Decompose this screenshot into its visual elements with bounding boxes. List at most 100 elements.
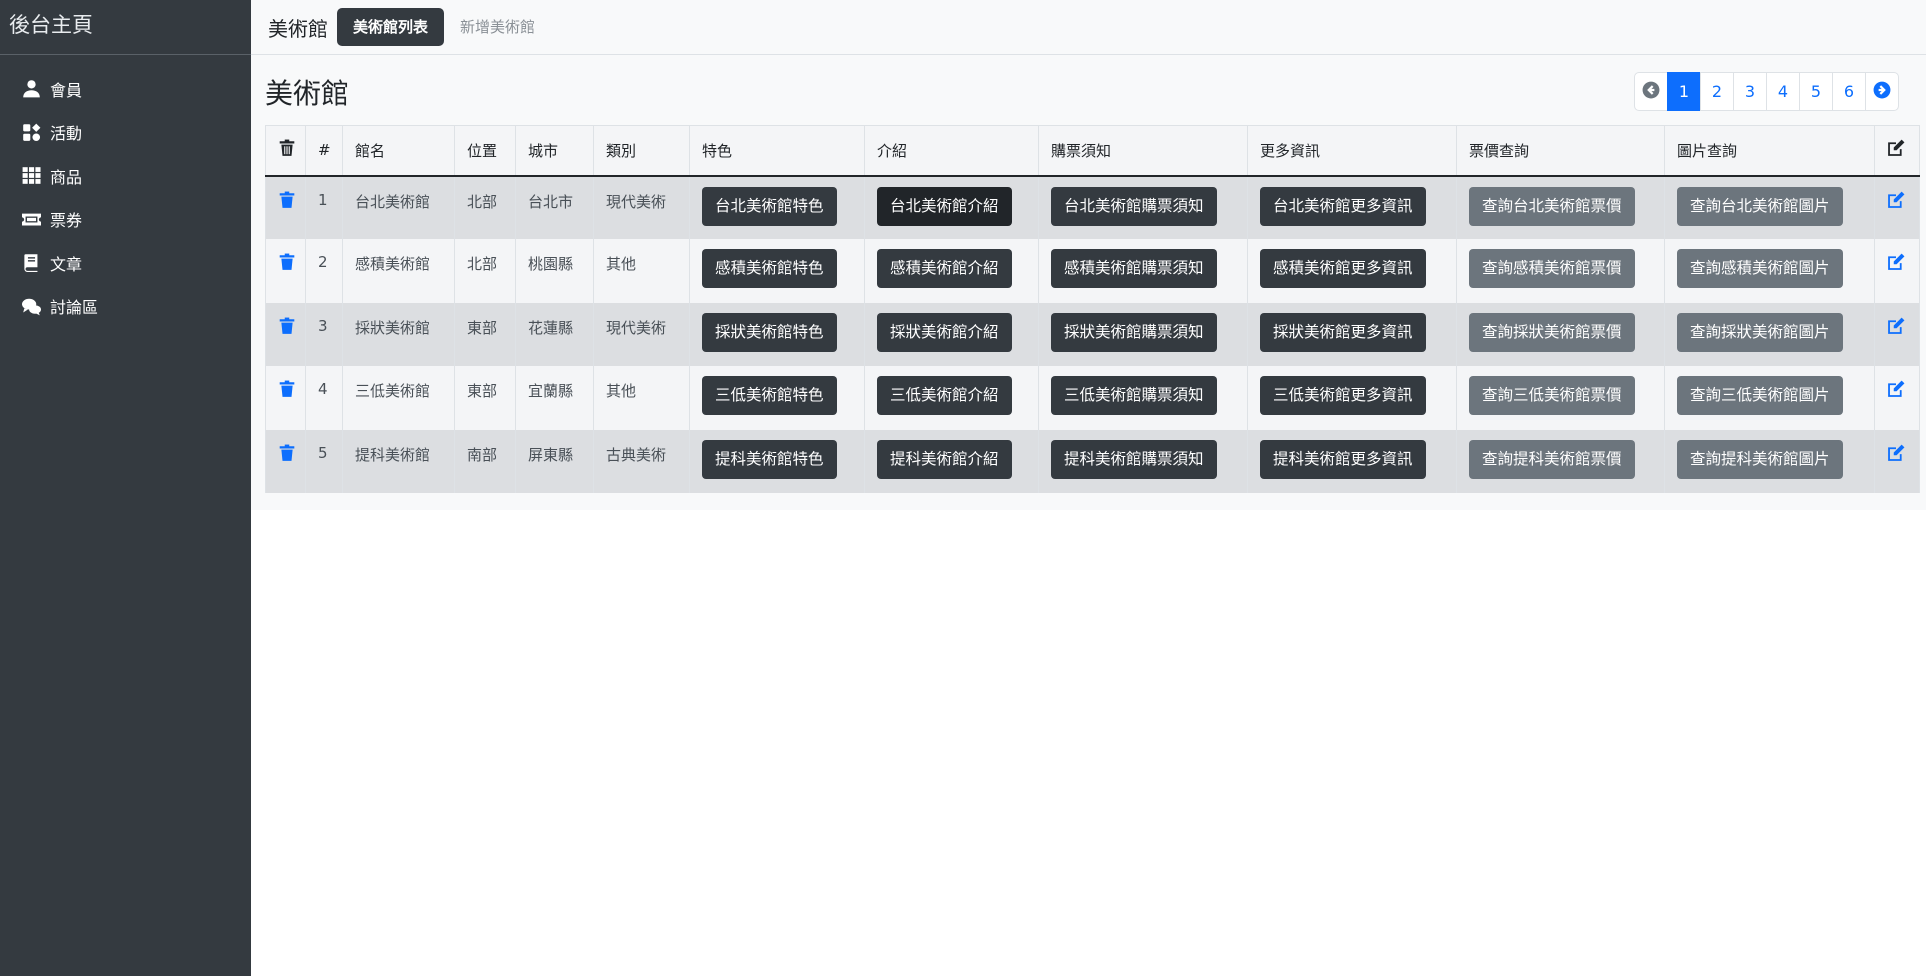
intro-button[interactable]: 三低美術館介紹	[877, 376, 1012, 415]
trash-icon	[278, 139, 296, 161]
cell-number: 5	[305, 429, 343, 493]
top-navbar: 美術館 美術館列表 新增美術館	[251, 0, 1926, 55]
header-feature: 特色	[689, 125, 865, 177]
feature-button[interactable]: 感積美術館特色	[702, 249, 837, 288]
header-more-info: 更多資訊	[1247, 125, 1457, 177]
cell-feature: 台北美術館特色	[689, 175, 865, 239]
cell-city: 花蓮縣	[515, 302, 594, 366]
cell-number: 3	[305, 302, 343, 366]
edit-cell	[1874, 302, 1920, 366]
pagination-page[interactable]: 3	[1733, 72, 1767, 111]
sidebar-item-activities[interactable]: 活動	[0, 111, 251, 155]
pagination-page[interactable]: 5	[1799, 72, 1833, 111]
edit-icon[interactable]	[1887, 253, 1905, 275]
main-panel: 美術館 1 2 3 4 5 6 # 館名 位置 城市 類別 特色 介紹 購票須知…	[251, 55, 1926, 510]
sidebar-item-articles[interactable]: 文章	[0, 241, 251, 285]
more-info-button[interactable]: 三低美術館更多資訊	[1260, 376, 1426, 415]
price-query-button[interactable]: 查詢採狀美術館票價	[1469, 312, 1635, 352]
sidebar-item-products[interactable]: 商品	[0, 154, 251, 198]
table-row: 4 三低美術館 東部 宜蘭縣 其他 三低美術館特色 三低美術館介紹 三低美術館購票須知 三低美術…	[265, 366, 1920, 430]
more-info-button[interactable]: 感積美術館更多資訊	[1260, 249, 1426, 288]
price-query-button[interactable]: 查詢三低美術館票價	[1469, 376, 1635, 415]
delete-cell	[265, 429, 306, 493]
pagination-prev[interactable]	[1634, 72, 1668, 111]
table-row: 1 台北美術館 北部 台北市 現代美術 台北美術館特色 台北美術館介紹 台北美術館購票須知 台北…	[265, 175, 1920, 239]
cell-price-query: 查詢採狀美術館票價	[1456, 302, 1665, 366]
cell-name: 台北美術館	[342, 175, 455, 239]
more-info-button[interactable]: 台北美術館更多資訊	[1260, 186, 1426, 226]
feature-button[interactable]: 三低美術館特色	[702, 376, 837, 415]
sidebar-item-tickets[interactable]: 票券	[0, 198, 251, 242]
cell-image-query: 查詢三低美術館圖片	[1664, 366, 1875, 430]
edit-icon[interactable]	[1887, 380, 1905, 402]
pagination-page[interactable]: 2	[1700, 72, 1734, 111]
trash-icon[interactable]	[278, 317, 296, 339]
ticket-notice-button[interactable]: 三低美術館購票須知	[1051, 376, 1217, 415]
cell-price-query: 查詢提科美術館票價	[1456, 429, 1665, 493]
intro-button[interactable]: 採狀美術館介紹	[877, 312, 1012, 352]
edit-icon[interactable]	[1887, 444, 1905, 466]
edit-icon[interactable]	[1887, 191, 1905, 213]
feature-button[interactable]: 採狀美術館特色	[702, 312, 837, 352]
edit-cell	[1874, 175, 1920, 239]
comments-icon	[20, 296, 42, 316]
image-query-button[interactable]: 查詢台北美術館圖片	[1677, 186, 1843, 226]
cell-intro: 感積美術館介紹	[864, 239, 1039, 303]
page-title: 美術館	[265, 77, 350, 110]
tab-museum-list[interactable]: 美術館列表	[337, 8, 445, 46]
header-delete	[265, 125, 306, 177]
ticket-notice-button[interactable]: 採狀美術館購票須知	[1051, 312, 1217, 352]
image-query-button[interactable]: 查詢三低美術館圖片	[1677, 376, 1843, 415]
image-query-button[interactable]: 查詢提科美術館圖片	[1677, 439, 1843, 479]
trash-icon[interactable]	[278, 253, 296, 275]
feature-button[interactable]: 台北美術館特色	[702, 186, 837, 226]
price-query-button[interactable]: 查詢台北美術館票價	[1469, 186, 1635, 226]
header-ticket-notice: 購票須知	[1038, 125, 1248, 177]
cell-ticket-notice: 台北美術館購票須知	[1038, 175, 1248, 239]
sidebar-item-forum[interactable]: 討論區	[0, 285, 251, 329]
book-icon	[20, 253, 42, 273]
image-query-button[interactable]: 查詢採狀美術館圖片	[1677, 312, 1843, 352]
pagination-next[interactable]	[1865, 72, 1899, 111]
header-number: #	[305, 125, 343, 177]
more-info-button[interactable]: 提科美術館更多資訊	[1260, 439, 1426, 479]
header-name: 館名	[342, 125, 455, 177]
sidebar-item-label: 商品	[50, 167, 83, 187]
feature-button[interactable]: 提科美術館特色	[702, 439, 837, 479]
image-query-button[interactable]: 查詢感積美術館圖片	[1677, 249, 1843, 288]
cell-city: 桃園縣	[515, 239, 594, 303]
navbar-brand[interactable]: 美術館	[268, 13, 328, 42]
cell-price-query: 查詢台北美術館票價	[1456, 175, 1665, 239]
sidebar-brand[interactable]: 後台主頁	[0, 0, 251, 55]
intro-button[interactable]: 台北美術館介紹	[877, 186, 1012, 226]
trash-icon[interactable]	[278, 191, 296, 213]
ticket-notice-button[interactable]: 提科美術館購票須知	[1051, 439, 1217, 479]
pagination-page[interactable]: 4	[1766, 72, 1800, 111]
cell-more-info: 三低美術館更多資訊	[1247, 366, 1457, 430]
pagination-page[interactable]: 6	[1832, 72, 1866, 111]
more-info-button[interactable]: 採狀美術館更多資訊	[1260, 312, 1426, 352]
edit-icon[interactable]	[1887, 317, 1905, 339]
cell-category: 現代美術	[593, 175, 690, 239]
cell-image-query: 查詢台北美術館圖片	[1664, 175, 1875, 239]
ticket-notice-button[interactable]: 感積美術館購票須知	[1051, 249, 1217, 288]
cell-number: 1	[305, 175, 343, 239]
sidebar-item-members[interactable]: 會員	[0, 67, 251, 111]
price-query-button[interactable]: 查詢感積美術館票價	[1469, 249, 1635, 288]
delete-cell	[265, 302, 306, 366]
user-icon	[20, 79, 42, 99]
cell-number: 4	[305, 366, 343, 430]
cell-category: 古典美術	[593, 429, 690, 493]
tab-add-museum[interactable]: 新增美術館	[444, 8, 551, 46]
cell-feature: 採狀美術館特色	[689, 302, 865, 366]
intro-button[interactable]: 提科美術館介紹	[877, 439, 1012, 479]
trash-icon[interactable]	[278, 380, 296, 402]
ticket-notice-button[interactable]: 台北美術館購票須知	[1051, 186, 1217, 226]
header-region: 位置	[454, 125, 516, 177]
intro-button[interactable]: 感積美術館介紹	[877, 249, 1012, 288]
price-query-button[interactable]: 查詢提科美術館票價	[1469, 439, 1635, 479]
pagination: 1 2 3 4 5 6	[1634, 72, 1899, 111]
museum-table-wrapper: # 館名 位置 城市 類別 特色 介紹 購票須知 更多資訊 票價查詢 圖片查詢	[265, 125, 1920, 493]
pagination-page[interactable]: 1	[1667, 72, 1701, 111]
trash-icon[interactable]	[278, 444, 296, 466]
